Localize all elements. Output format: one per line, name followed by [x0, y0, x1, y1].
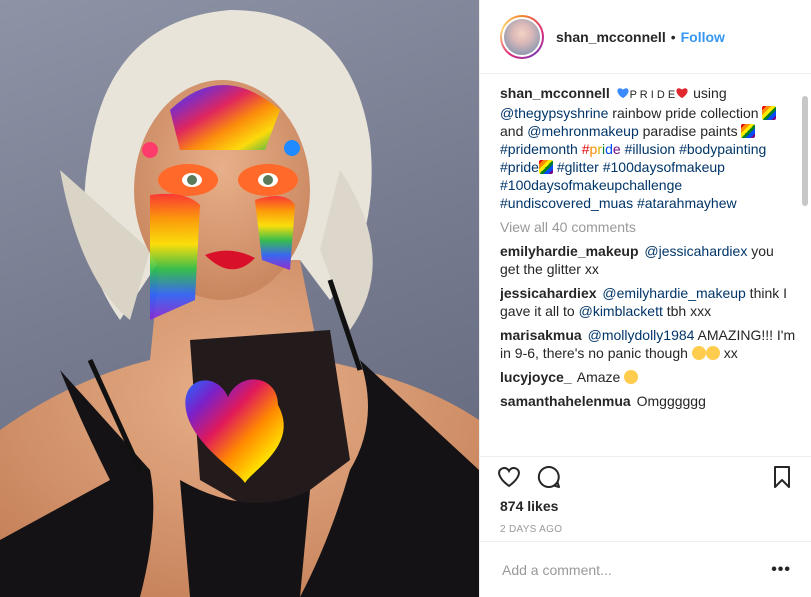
hashtag-link[interactable]: #pride [500, 159, 539, 175]
blue-heart-icon [616, 85, 630, 101]
add-comment-bar: ••• [480, 541, 811, 597]
comments-scrollbar[interactable] [802, 96, 808, 206]
comment-username[interactable]: marisakmua [500, 327, 582, 343]
rainbow-flag-icon [538, 160, 553, 174]
follow-button[interactable]: Follow [681, 29, 725, 45]
comment-item: emilyhardie_makeup @jessicahardiex you g… [500, 242, 797, 278]
red-heart-icon [675, 85, 689, 101]
hashtag-link[interactable]: #100daysofmakeup [603, 159, 725, 175]
hashtag-link[interactable]: #atarahmayhew [637, 195, 737, 211]
view-all-comments-link[interactable]: View all 40 comments [500, 218, 797, 236]
hashtag-link[interactable]: #bodypainting [679, 141, 766, 157]
comment-item: lucyjoyce_ Amaze [500, 368, 797, 386]
hashtag-link[interactable]: #glitter [557, 159, 599, 175]
rainbow-flag-icon [741, 124, 756, 138]
bookmark-icon[interactable] [769, 464, 795, 490]
comment-item: jessicahardiex @emilyhardie_makeup think… [500, 284, 797, 320]
post-caption: shan_mcconnell P R I D E using @thegypsy… [500, 84, 797, 212]
post-image-illustration [0, 10, 479, 597]
instagram-post: shan_mcconnell • Follow shan_mcconnell P… [0, 0, 811, 597]
comments-list: shan_mcconnell P R I D E using @thegypsy… [500, 84, 797, 456]
mention-link[interactable]: @kimblackett [579, 303, 663, 319]
post-side-panel: shan_mcconnell • Follow shan_mcconnell P… [479, 0, 811, 597]
caption-text: using [689, 85, 727, 101]
heart-icon[interactable] [496, 464, 522, 490]
mention-link[interactable]: @mehronmakeup [527, 123, 639, 139]
post-photo[interactable] [0, 0, 479, 597]
comment-text: Omgggggg [636, 393, 706, 409]
kiss-face-emoji-icon [705, 346, 720, 360]
mention-link[interactable]: @thegypsyshrine [500, 105, 608, 121]
comment-username[interactable]: jessicahardiex [500, 285, 597, 301]
more-options-icon[interactable]: ••• [771, 561, 791, 579]
comment-username[interactable]: samanthahelenmua [500, 393, 631, 409]
mention-link[interactable]: @mollydolly1984 [588, 327, 695, 343]
caption-text: paradise paints [638, 123, 742, 139]
kiss-face-emoji-icon [691, 346, 706, 360]
rainbow-flag-icon [762, 106, 777, 120]
follow-separator: • [670, 28, 676, 45]
likes-count[interactable]: 874 likes [500, 498, 558, 514]
avatar[interactable] [500, 14, 544, 59]
hashtag-link[interactable]: #undiscovered_muas [500, 195, 633, 211]
hashtag-link[interactable]: #illusion [625, 141, 676, 157]
header-username[interactable]: shan_mcconnell [556, 29, 666, 45]
mention-link[interactable]: @emilyhardie_makeup [602, 285, 745, 301]
caption-username[interactable]: shan_mcconnell [500, 85, 610, 101]
comment-text: Amaze [576, 369, 625, 385]
post-header: shan_mcconnell • Follow [480, 0, 811, 74]
caption-title: P R I D E [629, 89, 676, 101]
action-bar [480, 456, 811, 497]
comment-icon[interactable] [536, 464, 562, 490]
heart-eyes-emoji-icon [624, 370, 639, 384]
hashtag-link[interactable]: #100daysofmakeupchallenge [500, 177, 682, 193]
caption-text: and [500, 123, 528, 139]
mention-link[interactable]: @jessicahardiex [644, 243, 747, 259]
comment-username[interactable]: lucyjoyce_ [500, 369, 572, 385]
post-timestamp[interactable]: 2 DAYS AGO [500, 524, 562, 535]
hashtag-link-rainbow[interactable]: #pride [582, 141, 621, 157]
add-comment-input[interactable] [500, 560, 772, 579]
comment-text: xx [719, 345, 738, 361]
hashtag-link[interactable]: #pridemonth [500, 141, 578, 157]
comment-item: samanthahelenmua Omgggggg [500, 392, 797, 410]
comment-text: tbh xxx [662, 303, 712, 319]
comment-item: marisakmua @mollydolly1984 AMAZING!!! I'… [500, 326, 797, 362]
comment-username[interactable]: emilyhardie_makeup [500, 243, 639, 259]
caption-text: rainbow pride collection [608, 105, 763, 121]
